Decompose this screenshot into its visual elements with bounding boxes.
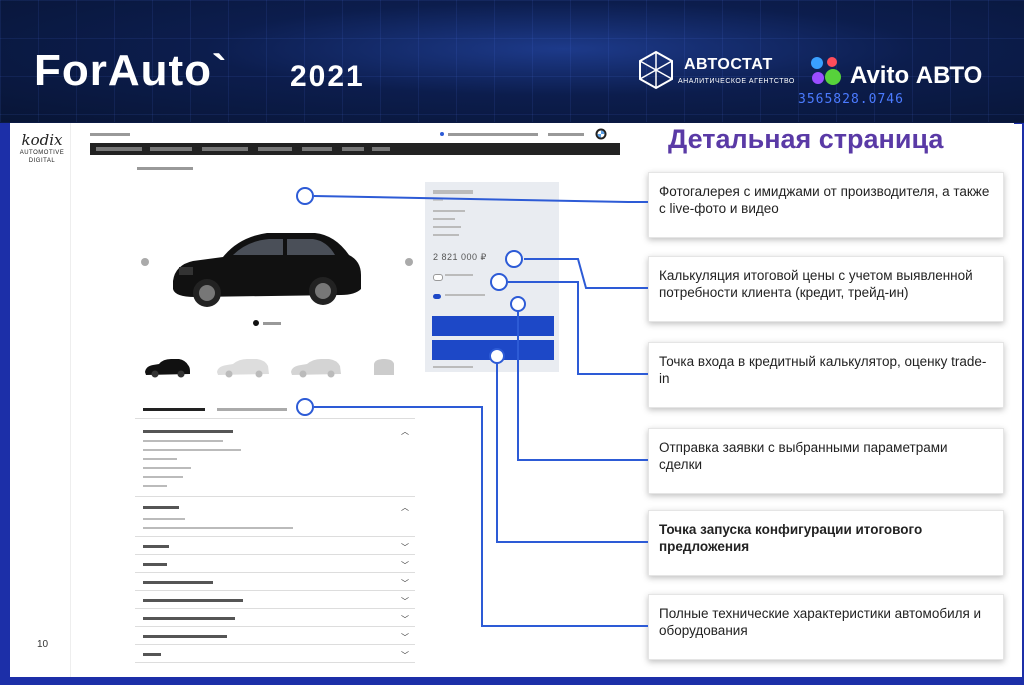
callout-text: Точка запуска конфигурации итогового пре…: [659, 522, 923, 554]
callout-card: Точка запуска конфигурации итогового пре…: [648, 510, 1004, 576]
avtostat-name: АВТОСТАТ: [684, 56, 773, 73]
chevron-down-icon[interactable]: ﹀: [401, 560, 409, 571]
price-value: 2 821 000 ₽: [433, 252, 487, 262]
avito-logo-icon: [811, 57, 841, 85]
frame-bottom: [0, 677, 1024, 685]
mockup-navbar[interactable]: [90, 143, 620, 155]
frame-left: [0, 123, 10, 677]
callout-card: Фотогалерея с имиджами от производителя,…: [648, 172, 1004, 238]
accordion-section[interactable]: ﹀: [135, 592, 415, 609]
kodix-logo-icon: kodix AUTOMOTIVE DIGITAL: [18, 131, 66, 165]
gallery-prev-button[interactable]: [141, 258, 149, 266]
forauto-year: 2021: [290, 60, 365, 93]
gallery-thumb[interactable]: [371, 356, 397, 378]
spec-tabs: [135, 406, 415, 419]
back-to-list-link[interactable]: [137, 167, 193, 170]
callout-text: Калькуляция итоговой цены с учетом выявл…: [659, 268, 973, 300]
stream-counter: 3565828.0746: [798, 92, 904, 107]
gallery-thumb[interactable]: [215, 356, 271, 378]
accordion-section[interactable]: ﹀: [135, 610, 415, 627]
callout-text: Фотогалерея с имиджами от производителя,…: [659, 184, 990, 216]
configure-offer-button[interactable]: [432, 340, 554, 360]
avtostat-subtitle: АНАЛИТИЧЕСКОЕ АГЕНТСТВО: [678, 78, 795, 85]
price-panel: 2 821 000 ₽: [425, 182, 559, 372]
accordion-section[interactable]: ︿: [135, 500, 415, 537]
accordion-section[interactable]: ﹀: [135, 574, 415, 591]
chevron-down-icon[interactable]: ﹀: [401, 632, 409, 643]
accordion-section[interactable]: ﹀: [135, 556, 415, 573]
tab-technical-specs[interactable]: [217, 408, 287, 411]
callout-text: Точка входа в кредитный калькулятор, оце…: [659, 354, 987, 386]
forauto-brand: ForAuto`: [34, 46, 228, 95]
chevron-down-icon[interactable]: ﹀: [401, 596, 409, 607]
kodix-word: kodix: [21, 131, 63, 149]
avtostat-logo: АВТОСТАТ АНАЛИТИЧЕСКОЕ АГЕНТСТВО: [636, 50, 796, 92]
send-request-button[interactable]: [432, 316, 554, 336]
car-main-photo[interactable]: [165, 219, 365, 314]
page-number: 10: [37, 639, 49, 650]
callout-card: Отправка заявки с выбранными параметрами…: [648, 428, 1004, 494]
chevron-down-icon[interactable]: ﹀: [401, 578, 409, 589]
gallery-next-button[interactable]: [405, 258, 413, 266]
conference-header: ForAuto` 2021 АВТОСТАТ АНАЛИТИЧЕСКОЕ АГЕ…: [0, 0, 1024, 122]
avtostat-logo-icon: [639, 50, 673, 90]
gallery-thumb[interactable]: [143, 356, 191, 378]
chevron-up-icon[interactable]: ︿: [401, 426, 409, 437]
chevron-down-icon[interactable]: ﹀: [401, 614, 409, 625]
bmw-logo-icon: [595, 128, 607, 140]
slide-title: Детальная страница: [668, 124, 944, 154]
callout-text: Полные технические характеристики автомо…: [659, 606, 982, 638]
callout-text: Отправка заявки с выбранными параметрами…: [659, 440, 948, 472]
website-mockup: 2 821 000 ₽ ︿ ︿ ﹀ ﹀ ﹀ ﹀ ﹀ ﹀ ﹀: [85, 124, 623, 677]
chevron-down-icon[interactable]: ﹀: [401, 542, 409, 553]
avito-name: Avito АВТО: [850, 62, 983, 89]
gallery-thumb[interactable]: [289, 356, 343, 378]
accordion-section[interactable]: ﹀: [135, 628, 415, 645]
chevron-down-icon[interactable]: ﹀: [401, 650, 409, 661]
chevron-up-icon[interactable]: ︿: [401, 502, 409, 513]
accordion-section[interactable]: ﹀: [135, 646, 415, 663]
credit-toggle[interactable]: [433, 274, 443, 281]
tradein-toggle[interactable]: [433, 294, 441, 299]
accordion-section[interactable]: ﹀: [135, 538, 415, 555]
callout-card: Точка входа в кредитный калькулятор, оце…: [648, 342, 1004, 408]
tab-standard-equipment[interactable]: [143, 408, 205, 411]
callout-card: Полные технические характеристики автомо…: [648, 594, 1004, 660]
slide-sidebar: kodix AUTOMOTIVE DIGITAL 10: [10, 123, 71, 677]
kodix-subtitle: AUTOMOTIVE DIGITAL: [19, 150, 65, 164]
mockup-topbar: [90, 128, 620, 142]
callout-card: Калькуляция итоговой цены с учетом выявл…: [648, 256, 1004, 322]
accordion-section[interactable]: ︿: [135, 424, 415, 497]
